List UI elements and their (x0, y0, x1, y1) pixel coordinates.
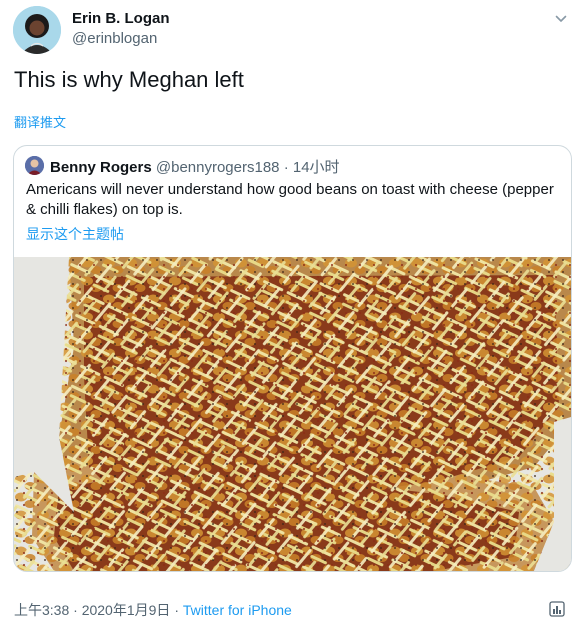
chevron-down-icon[interactable] (555, 12, 567, 24)
author-handle[interactable]: @erinblogan (72, 30, 157, 47)
tweet-card: Erin B. Logan @erinblogan This is why Me… (0, 0, 580, 626)
quoted-photo[interactable] (14, 257, 571, 571)
tweet-text: This is why Meghan left (14, 67, 244, 92)
translate-tweet-link[interactable]: 翻译推文 (14, 112, 66, 131)
quoted-separator: · (283, 159, 289, 176)
author-avatar[interactable] (13, 6, 61, 54)
quoted-time[interactable]: 14小时 (293, 159, 340, 176)
quoted-header: Benny Rogers @bennyrogers188 · 14小时 (50, 156, 340, 177)
tweet-time[interactable]: 上午3:38 (14, 602, 69, 618)
quoted-author-name[interactable]: Benny Rogers (50, 159, 152, 176)
quoted-author-handle[interactable]: @bennyrogers188 (156, 159, 280, 176)
analytics-icon[interactable] (548, 600, 566, 618)
quoted-text: Americans will never understand how good… (26, 181, 554, 218)
show-thread-link[interactable]: 显示这个主题帖 (26, 224, 124, 244)
tweet-source-link[interactable]: Twitter for iPhone (183, 602, 292, 618)
quoted-tweet[interactable]: Benny Rogers @bennyrogers188 · 14小时 Amer… (13, 145, 572, 572)
footer-separator: · (73, 602, 78, 618)
author-name[interactable]: Erin B. Logan (72, 10, 170, 27)
quoted-author-avatar[interactable] (25, 156, 44, 175)
footer-separator: · (174, 602, 179, 618)
tweet-footer: 上午3:38 · 2020年1月9日 · Twitter for iPhone (14, 600, 292, 620)
tweet-date[interactable]: 2020年1月9日 (82, 602, 171, 618)
